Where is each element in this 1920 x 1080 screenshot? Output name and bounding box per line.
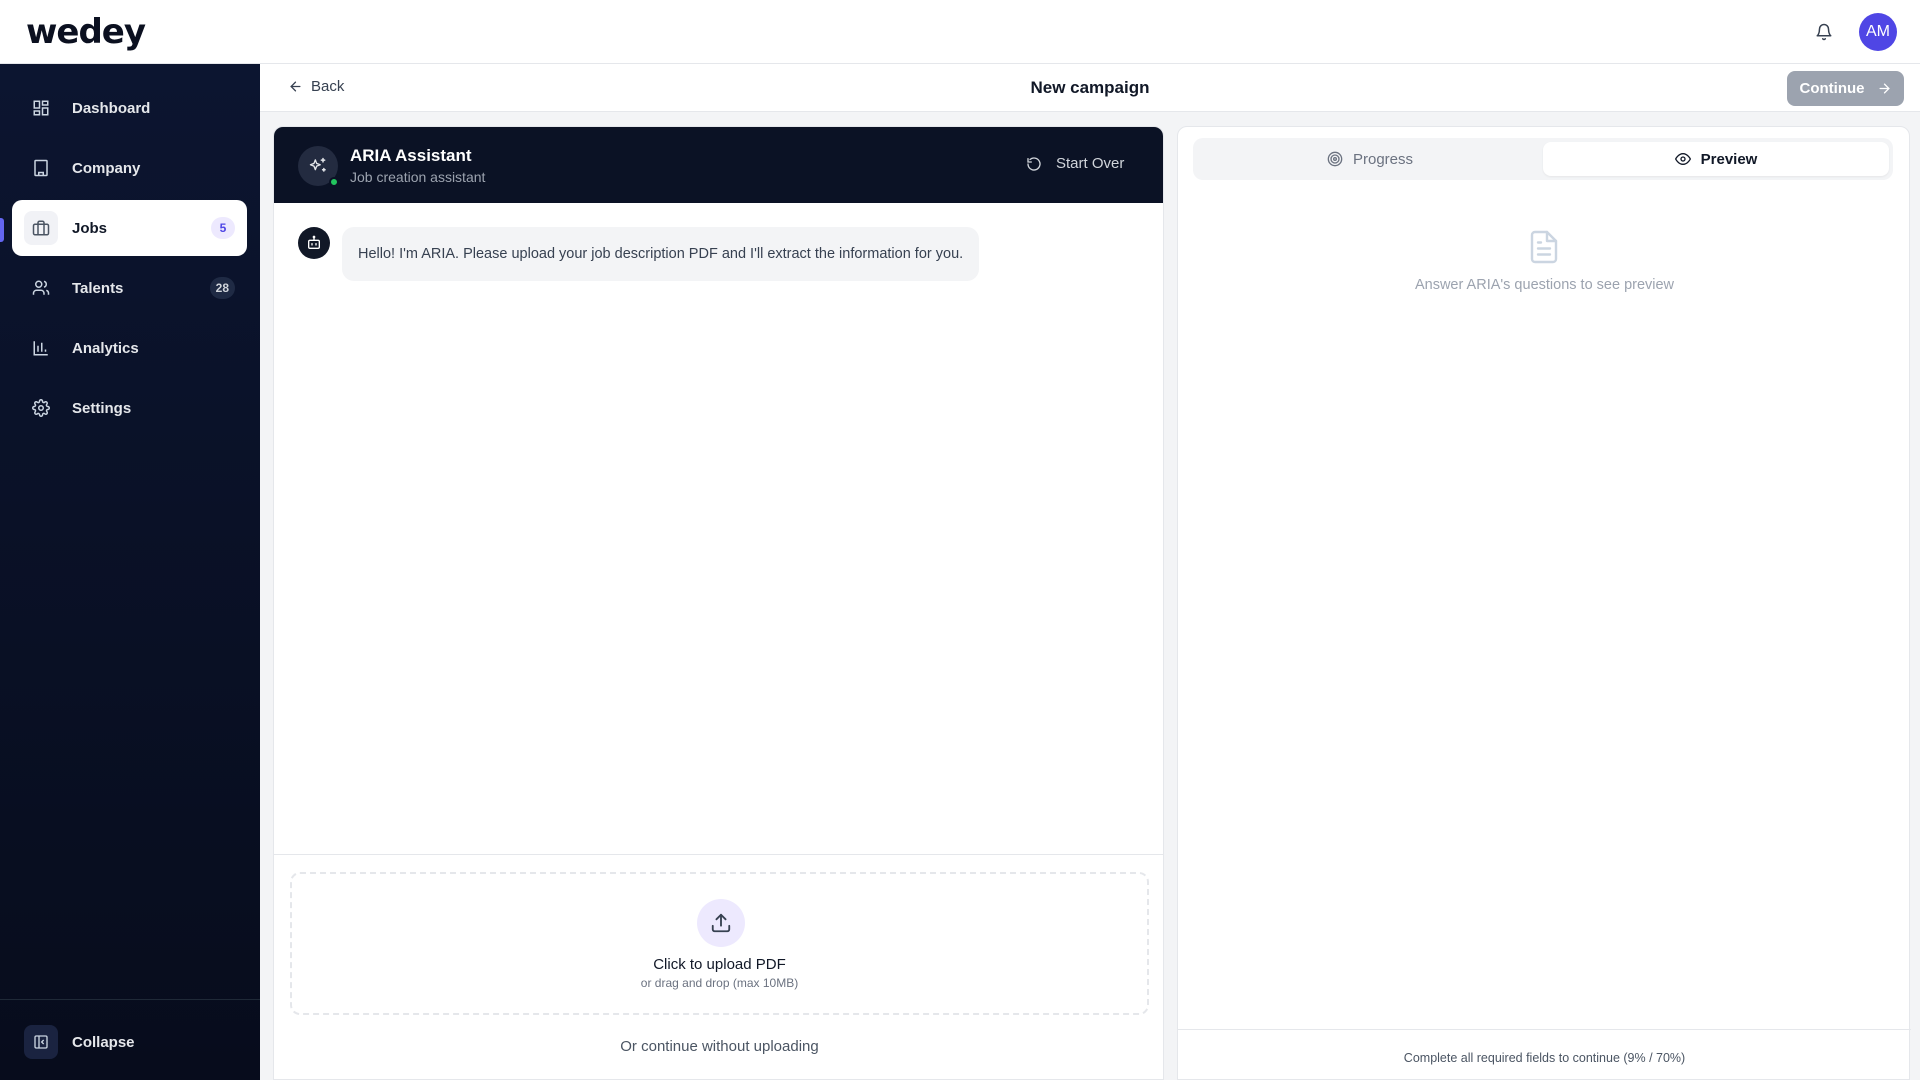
user-avatar[interactable]: AM <box>1859 13 1897 51</box>
document-icon <box>1526 227 1562 272</box>
chat-header: ARIA Assistant Job creation assistant St… <box>274 127 1163 203</box>
completion-status: Complete all required fields to continue… <box>1403 1051 1686 1065</box>
target-icon <box>1327 151 1343 167</box>
preview-panel: Progress Preview Answer ARIA's questions… <box>1177 126 1911 1080</box>
pdf-upload-dropzone[interactable]: Click to upload PDF or drag and drop (ma… <box>290 872 1149 1015</box>
start-over-label: Start Over <box>1056 155 1125 172</box>
preview-empty-message: Answer ARIA's questions to see preview <box>1414 277 1675 293</box>
collapse-label: Collapse <box>72 1033 135 1051</box>
upload-subtitle: or drag and drop (max 10MB) <box>640 976 799 990</box>
users-icon <box>24 271 58 305</box>
continue-button[interactable]: Continue <box>1787 71 1904 106</box>
start-over-button[interactable]: Start Over <box>1026 155 1124 172</box>
bot-icon <box>298 227 330 259</box>
tab-progress[interactable]: Progress <box>1197 142 1543 176</box>
chat-panel: ARIA Assistant Job creation assistant St… <box>273 126 1164 1080</box>
upload-icon <box>697 899 745 947</box>
talents-count-badge: 28 <box>209 277 235 299</box>
sidebar-item-settings[interactable]: Settings <box>12 380 247 436</box>
sidebar: Dashboard Company Jobs 5 Talents 28 Anal… <box>0 64 260 1080</box>
sidebar-item-jobs[interactable]: Jobs 5 <box>12 200 247 256</box>
sidebar-item-label: Settings <box>72 399 132 417</box>
sidebar-item-label: Talents <box>72 279 124 297</box>
building-icon <box>24 151 58 185</box>
preview-tabs: Progress Preview <box>1193 138 1893 180</box>
sidebar-item-label: Company <box>72 159 141 177</box>
panel-collapse-icon <box>24 1025 58 1059</box>
upload-title: Click to upload PDF <box>653 956 786 973</box>
sidebar-item-talents[interactable]: Talents 28 <box>12 260 247 316</box>
top-bar: wedey AM <box>0 0 1920 64</box>
rotate-ccw-icon <box>1027 156 1041 171</box>
sidebar-item-analytics[interactable]: Analytics <box>12 320 247 376</box>
tab-preview[interactable]: Preview <box>1543 142 1889 176</box>
tab-label: Progress <box>1352 150 1414 168</box>
sidebar-item-company[interactable]: Company <box>12 140 247 196</box>
assistant-message: Hello! I'm ARIA. Please upload your job … <box>342 227 980 281</box>
sidebar-item-label: Dashboard <box>72 99 151 117</box>
page-title: New campaign <box>1030 78 1150 97</box>
briefcase-icon <box>24 211 58 245</box>
notifications-bell-icon[interactable] <box>1810 18 1838 46</box>
continue-label: Continue <box>1799 80 1865 97</box>
bar-chart-icon <box>24 331 58 365</box>
continue-without-upload-link[interactable]: Or continue without uploading <box>274 1038 1163 1055</box>
chat-footer: Click to upload PDF or drag and drop (ma… <box>274 854 1163 1079</box>
arrow-right-icon <box>1879 83 1890 94</box>
sidebar-item-label: Analytics <box>72 339 139 357</box>
preview-footer: Complete all required fields to continue… <box>1178 1029 1911 1080</box>
jobs-count-badge: 5 <box>211 217 235 239</box>
collapse-sidebar-button[interactable]: Collapse <box>12 1020 247 1064</box>
online-status-dot <box>329 177 339 187</box>
sidebar-divider <box>0 999 260 1000</box>
assistant-subtitle: Job creation assistant <box>350 169 486 185</box>
eye-icon <box>1674 152 1691 166</box>
app-logo[interactable]: wedey <box>26 12 146 52</box>
tab-label: Preview <box>1700 150 1758 168</box>
page-header: Back New campaign Continue <box>260 64 1920 112</box>
sidebar-item-label: Jobs <box>72 219 108 237</box>
assistant-name: ARIA Assistant <box>350 146 472 165</box>
active-nav-marker <box>0 218 4 242</box>
dashboard-icon <box>24 91 58 125</box>
gear-icon <box>24 391 58 425</box>
sidebar-item-dashboard[interactable]: Dashboard <box>12 80 247 136</box>
